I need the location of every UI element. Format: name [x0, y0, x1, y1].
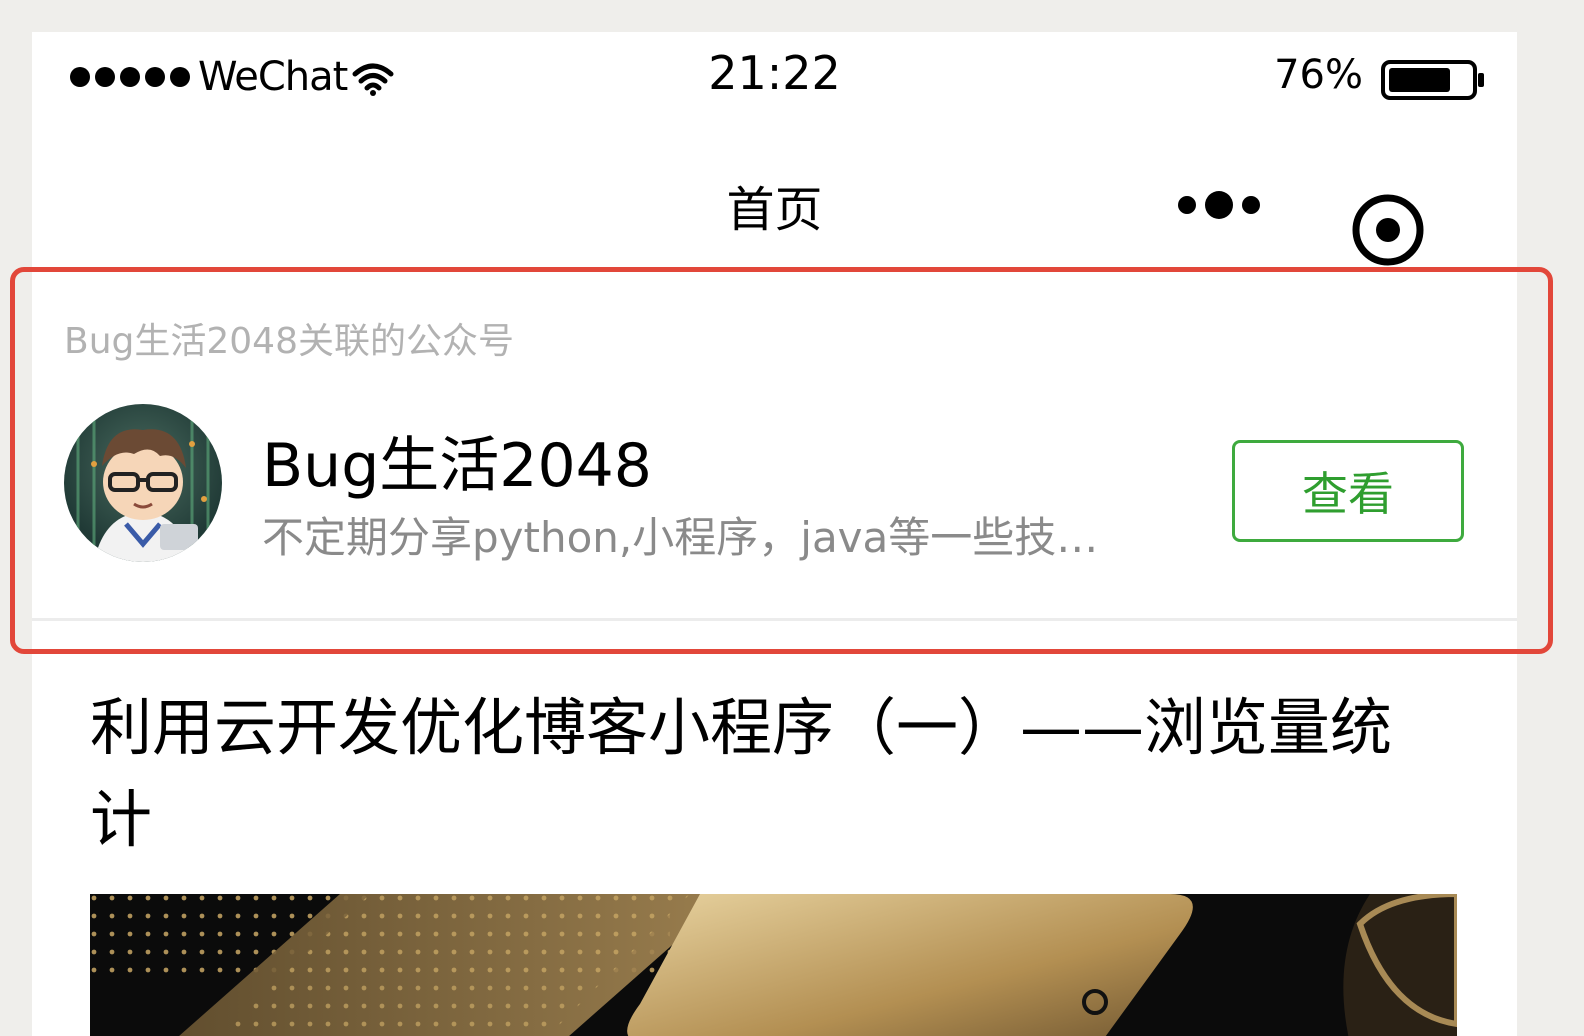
article-title[interactable]: 利用云开发优化博客小程序（一）——浏览量统计 — [90, 682, 1440, 866]
battery-icon — [1381, 60, 1484, 100]
status-bar: WeChat 21:22 76% — [32, 32, 1517, 112]
target-circle-icon[interactable] — [1350, 192, 1426, 268]
more-dots-icon[interactable] — [1175, 190, 1265, 220]
battery-percentage: 76% — [1274, 52, 1363, 98]
article-cover-image[interactable] — [90, 894, 1457, 1036]
cover-artwork — [90, 894, 1457, 1036]
highlight-frame — [10, 267, 1553, 654]
page-title: 首页 — [726, 182, 823, 238]
nav-bar: 首页 — [32, 132, 1517, 266]
